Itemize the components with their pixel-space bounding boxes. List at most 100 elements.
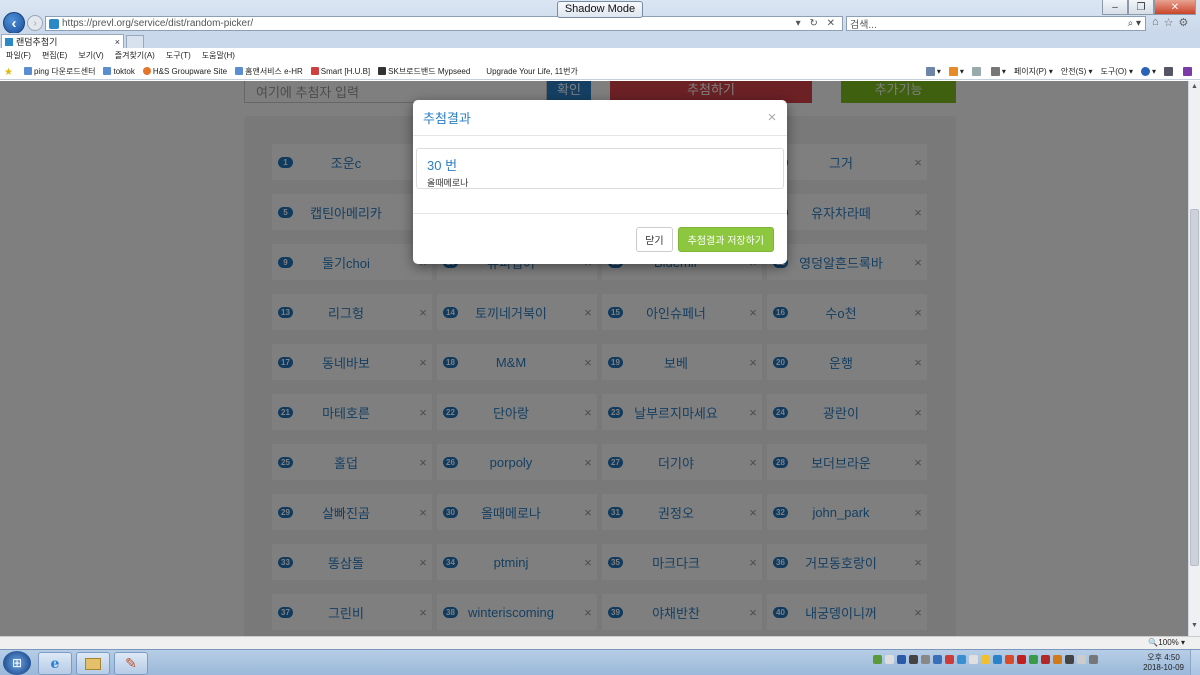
tray-icon[interactable] (1041, 655, 1050, 664)
shadow-mode-button[interactable]: Shadow Mode (557, 1, 643, 18)
groupware-icon (142, 67, 151, 75)
favorite-link[interactable]: Upgrade Your Life, 11번가 (486, 66, 578, 77)
show-desktop-button[interactable] (1190, 650, 1200, 675)
tray-icon[interactable] (993, 655, 1002, 664)
window-controls: – ❐ ✕ (1102, 0, 1196, 15)
tray-icon[interactable] (957, 655, 966, 664)
cmd-mail[interactable] (971, 67, 983, 76)
scroll-down-icon[interactable]: ▼ (1189, 622, 1200, 634)
tray-icon[interactable] (933, 655, 942, 664)
search-icon[interactable]: ⌕ ▾ (1128, 18, 1145, 29)
tray-icon[interactable] (1053, 655, 1062, 664)
browser-right-icons: ⌂ ☆ ⚙ (1152, 16, 1188, 29)
favorite-label: H&S Groupware Site (152, 66, 228, 76)
menu-view[interactable]: 보기(V) (78, 50, 103, 61)
tray-icon[interactable] (873, 655, 882, 664)
network-icon[interactable] (1077, 655, 1086, 664)
result-number: 30 번 (427, 158, 458, 173)
save-results-button[interactable]: 추첨결과 저장하기 (677, 226, 774, 252)
sk-icon (378, 67, 387, 75)
favorite-link[interactable]: ping 다운로드센터 (23, 66, 95, 77)
taskbar-clock[interactable]: 오후 4:50 2018-10-09 (1143, 653, 1184, 673)
flag-icon[interactable] (1065, 655, 1074, 664)
address-url[interactable]: https://prevl.org/service/dist/random-pi… (62, 18, 796, 29)
favorites-add[interactable]: ★ (4, 67, 16, 78)
tray-icon[interactable] (897, 655, 906, 664)
favorite-link[interactable]: Smart [H.U.B] (310, 66, 371, 76)
search-input[interactable]: 검색... (850, 16, 1128, 31)
favorite-link[interactable]: toktok (103, 67, 135, 76)
forward-button[interactable]: › (27, 15, 43, 31)
modal-close-icon[interactable]: × (757, 109, 787, 126)
cmd-tools[interactable]: 도구(O) ▾ (1100, 66, 1133, 77)
tray-icon[interactable] (921, 655, 930, 664)
help-icon (1140, 67, 1150, 76)
new-tab-button[interactable] (126, 35, 144, 48)
tab-favicon-icon (5, 37, 13, 46)
result-modal: 추첨결과 × 30 번 올때메로나 닫기 추첨결과 저장하기 (413, 100, 787, 264)
modal-title: 추첨결과 (423, 111, 471, 126)
tray-icon[interactable] (1017, 655, 1026, 664)
cmd-addon[interactable] (1164, 67, 1175, 76)
tab-close-icon[interactable]: × (115, 37, 120, 47)
search-bar[interactable]: 검색... ⌕ ▾ (846, 16, 1146, 31)
favorite-link[interactable]: H&S Groupware Site (142, 66, 228, 76)
scroll-up-icon[interactable]: ▲ (1189, 83, 1200, 95)
taskbar: ⊞ e ✎ 오후 4:50 2018-10-09 (0, 649, 1200, 675)
favorite-label: Smart [H.U.B] (320, 66, 371, 76)
scroll-thumb[interactable] (1190, 209, 1199, 566)
menu-edit[interactable]: 편집(E) (42, 50, 67, 61)
favorite-link[interactable]: 홈앤서비스 e-HR (235, 66, 303, 77)
ie-page-icon (235, 67, 244, 75)
address-tools[interactable]: ▾ ↻ ✕ (796, 18, 842, 29)
cmd-page[interactable]: 페이지(P) ▾ (1014, 66, 1053, 77)
tray-icon[interactable] (1005, 655, 1014, 664)
favorites-star-icon[interactable]: ☆ (1164, 16, 1174, 29)
menu-file[interactable]: 파일(F) (6, 50, 31, 61)
tray-icon[interactable] (981, 655, 990, 664)
cmd-feeds[interactable]: ▾ (948, 67, 964, 76)
clock-date: 2018-10-09 (1143, 663, 1184, 672)
page-scrollbar[interactable]: ▲ ▼ (1188, 81, 1200, 636)
cmd-print[interactable]: ▾ (990, 67, 1006, 76)
volume-icon[interactable] (1089, 655, 1098, 664)
windows-start-icon[interactable]: ⊞ (3, 651, 31, 675)
rss-icon (948, 67, 958, 76)
clock-time: 오후 4:50 (1147, 653, 1180, 662)
tray-icon[interactable] (909, 655, 918, 664)
menu-help[interactable]: 도움말(H) (202, 50, 235, 61)
cmd-safety[interactable]: 안전(S) ▾ (1061, 66, 1093, 77)
window-close-icon[interactable]: ✕ (1154, 0, 1196, 15)
favorite-link[interactable]: SK브로드밴드 Mypseed (378, 66, 470, 77)
menu-tools[interactable]: 도구(T) (166, 50, 191, 61)
tray-icon[interactable] (969, 655, 978, 664)
cmd-help[interactable]: ▾ (1140, 67, 1156, 76)
tab-random-picker[interactable]: 랜덤추첨기 × (1, 34, 124, 48)
result-item: 30 번 올때메로나 (416, 148, 784, 189)
ie-taskbar-icon[interactable]: e (38, 652, 72, 675)
maximize-icon[interactable]: ❐ (1128, 0, 1154, 15)
back-button[interactable]: ‹ (3, 12, 25, 34)
system-tray (873, 655, 1098, 664)
cmd-onenote[interactable] (1183, 67, 1194, 76)
explorer-taskbar-icon[interactable] (76, 652, 110, 675)
zoom-level[interactable]: 🔍100% ▾ (1148, 638, 1185, 647)
settings-gear-icon[interactable]: ⚙ (1179, 16, 1189, 29)
cmd-home[interactable]: ▾ (925, 67, 941, 76)
favorites-bar: ★ ping 다운로드센터 toktok H&S Groupware Site … (0, 63, 1200, 80)
close-button[interactable]: 닫기 (636, 226, 673, 252)
result-name: 올때메로나 (427, 178, 469, 188)
menu-favorites[interactable]: 즐겨찾기(A) (115, 50, 155, 61)
modal-footer: 닫기 추첨결과 저장하기 (413, 213, 787, 264)
paint-taskbar-icon[interactable]: ✎ (114, 652, 148, 675)
tray-icon[interactable] (1029, 655, 1038, 664)
tray-icon[interactable] (885, 655, 894, 664)
home-icon (925, 67, 935, 76)
tray-icon[interactable] (945, 655, 954, 664)
address-bar[interactable]: https://prevl.org/service/dist/random-pi… (45, 16, 843, 31)
tab-title: 랜덤추첨기 (16, 37, 58, 47)
home-icon[interactable]: ⌂ (1152, 16, 1159, 29)
tab-bar: 랜덤추첨기 × (0, 33, 1200, 48)
minimize-icon[interactable]: – (1102, 0, 1128, 15)
onenote-icon (1183, 67, 1192, 76)
